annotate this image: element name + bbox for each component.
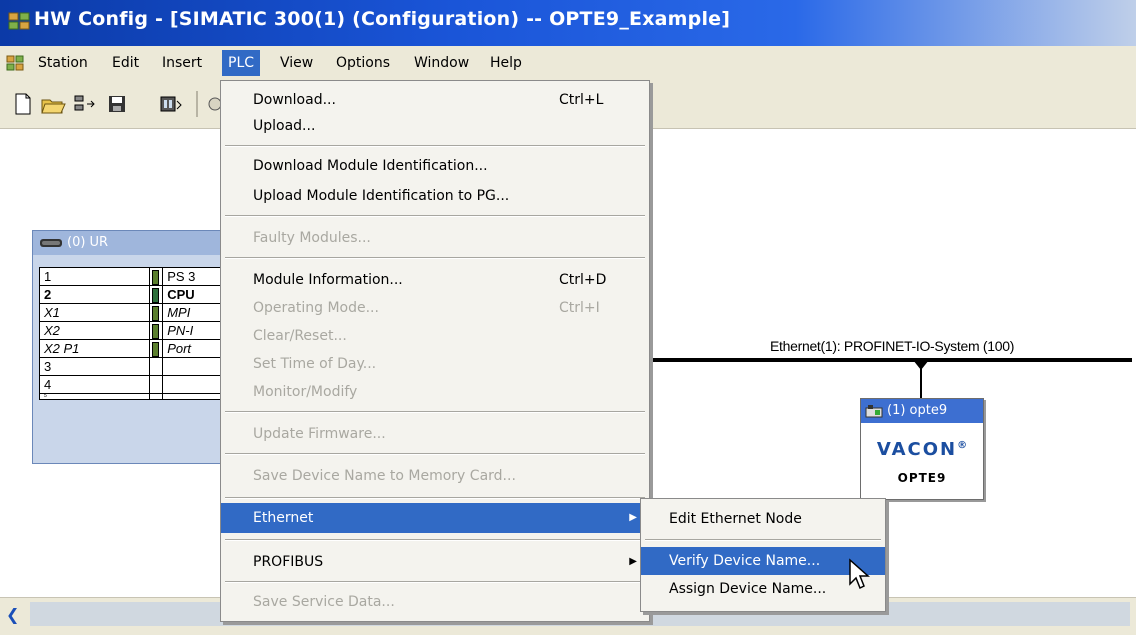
new-file-icon[interactable] (12, 91, 34, 117)
menu-view[interactable]: View (274, 50, 319, 76)
menu-options[interactable]: Options (330, 50, 396, 76)
vacon-logo: VACON® (876, 439, 968, 460)
device-title-bar: (1) opte9 (861, 399, 983, 423)
menu-item-save-device-name: Save Device Name to Memory Card... (253, 468, 516, 484)
scroll-left-arrow-icon[interactable]: ❮ (6, 605, 24, 625)
module-marker (149, 267, 164, 286)
rack-title-bar: (0) UR (33, 231, 243, 255)
rack-window[interactable]: (0) UR 1 PS 3 2 CPU X1 MPI X2 PN-I X2 P1 Port… (32, 230, 244, 464)
menu-item-save-service-data: Save Service Data... (253, 594, 395, 610)
menu-item-download-module-identification[interactable]: Download Module Identification... (221, 151, 649, 181)
upload-from-module-icon[interactable] (206, 91, 220, 117)
slot-number: X2 (38, 321, 151, 340)
menu-separator (225, 145, 645, 147)
submenu-arrow-icon: ▶ (629, 512, 637, 523)
table-row[interactable]: X1 MPI (38, 303, 243, 322)
submenu-item-edit-ethernet-node[interactable]: Edit Ethernet Node (641, 505, 885, 533)
table-row[interactable]: 4 (38, 375, 243, 394)
slot-number: 2 (38, 285, 151, 304)
window-title: HW Config - [SIMATIC 300(1) (Configurati… (34, 8, 731, 30)
menu-item-monitor-modify: Monitor/Modify (253, 384, 358, 400)
rack-icon (40, 239, 62, 247)
save-icon[interactable] (106, 91, 128, 117)
rack-slot-table: 1 PS 3 2 CPU X1 MPI X2 PN-I X2 P1 Port 3 4 5 (38, 267, 243, 400)
menu-item-ethernet[interactable]: Ethernet ▶ (221, 503, 649, 533)
menu-item-update-firmware: Update Firmware... (253, 426, 386, 442)
menu-station[interactable]: Station (32, 50, 94, 76)
menu-separator (645, 539, 881, 541)
menu-item-clear-reset: Clear/Reset... (253, 328, 347, 344)
table-row[interactable]: X2 P1 Port (38, 339, 243, 358)
menu-item-module-information[interactable]: Module Information... Ctrl+D (221, 265, 649, 295)
ethernet-submenu: Edit Ethernet Node Verify Device Name...… (640, 498, 886, 612)
module-marker (149, 321, 164, 340)
profinet-system-label[interactable]: Ethernet(1): PROFINET-IO-System (100) (770, 338, 1014, 354)
menu-item-set-time-of-day: Set Time of Day... (253, 356, 377, 372)
module-marker (149, 303, 164, 322)
menu-window[interactable]: Window (408, 50, 475, 76)
menu-edit[interactable]: Edit (106, 50, 145, 76)
menu-separator (225, 497, 645, 499)
menu-item-upload[interactable]: Upload... (221, 111, 649, 141)
menu-separator (225, 257, 645, 259)
station-window-icon[interactable] (6, 54, 26, 72)
menu-item-upload-module-identification[interactable]: Upload Module Identification to PG... (221, 181, 649, 211)
menu-bar: Station Edit Insert PLC View Options Win… (0, 46, 1136, 81)
title-bar: HW Config - [SIMATIC 300(1) (Configurati… (0, 0, 1136, 46)
menu-plc[interactable]: PLC (222, 50, 261, 76)
table-row[interactable]: 5 (38, 393, 243, 400)
device-name: (1) opte9 (887, 403, 948, 418)
menu-item-operating-mode: Operating Mode... Ctrl+I (253, 300, 600, 316)
table-row[interactable]: 3 (38, 357, 243, 376)
download-to-module-icon[interactable] (158, 91, 184, 117)
module-marker (149, 285, 164, 304)
io-device-icon (865, 405, 883, 418)
slot-number: 5 (38, 393, 151, 400)
menu-separator (225, 215, 645, 217)
table-row[interactable]: X2 PN-I (38, 321, 243, 340)
toolbar-separator (196, 91, 198, 117)
submenu-arrow-icon: ▶ (629, 556, 637, 567)
ethernet-bus-line[interactable] (648, 358, 1132, 362)
device-drop-line (920, 362, 922, 398)
menu-separator (225, 411, 645, 413)
menu-item-faulty-modules: Faulty Modules... (253, 230, 371, 246)
hw-config-app-icon (8, 12, 30, 30)
open-folder-icon[interactable] (40, 91, 66, 117)
menu-separator (225, 453, 645, 455)
accessible-nodes-icon[interactable] (72, 91, 100, 117)
slot-number: 4 (38, 375, 151, 394)
menu-insert[interactable]: Insert (156, 50, 208, 76)
module-marker (149, 339, 164, 358)
mouse-cursor-icon (849, 558, 870, 590)
slot-number: X2 P1 (38, 339, 151, 358)
slot-number: 1 (38, 267, 151, 286)
device-model: OPTE9 (897, 471, 947, 485)
rack-title: (0) UR (67, 235, 109, 250)
table-row[interactable]: 1 PS 3 (38, 267, 243, 286)
menu-help[interactable]: Help (484, 50, 528, 76)
io-device-opte9[interactable]: (1) opte9 VACON® OPTE9 (860, 398, 984, 500)
menu-item-profibus[interactable]: PROFIBUS ▶ (221, 547, 649, 577)
menu-separator (225, 581, 645, 583)
plc-dropdown-menu: Download... Ctrl+L Upload... Download Mod… (220, 80, 650, 622)
table-row[interactable]: 2 CPU (38, 285, 243, 304)
menu-separator (225, 539, 645, 541)
slot-number: 3 (38, 357, 151, 376)
slot-number: X1 (38, 303, 151, 322)
